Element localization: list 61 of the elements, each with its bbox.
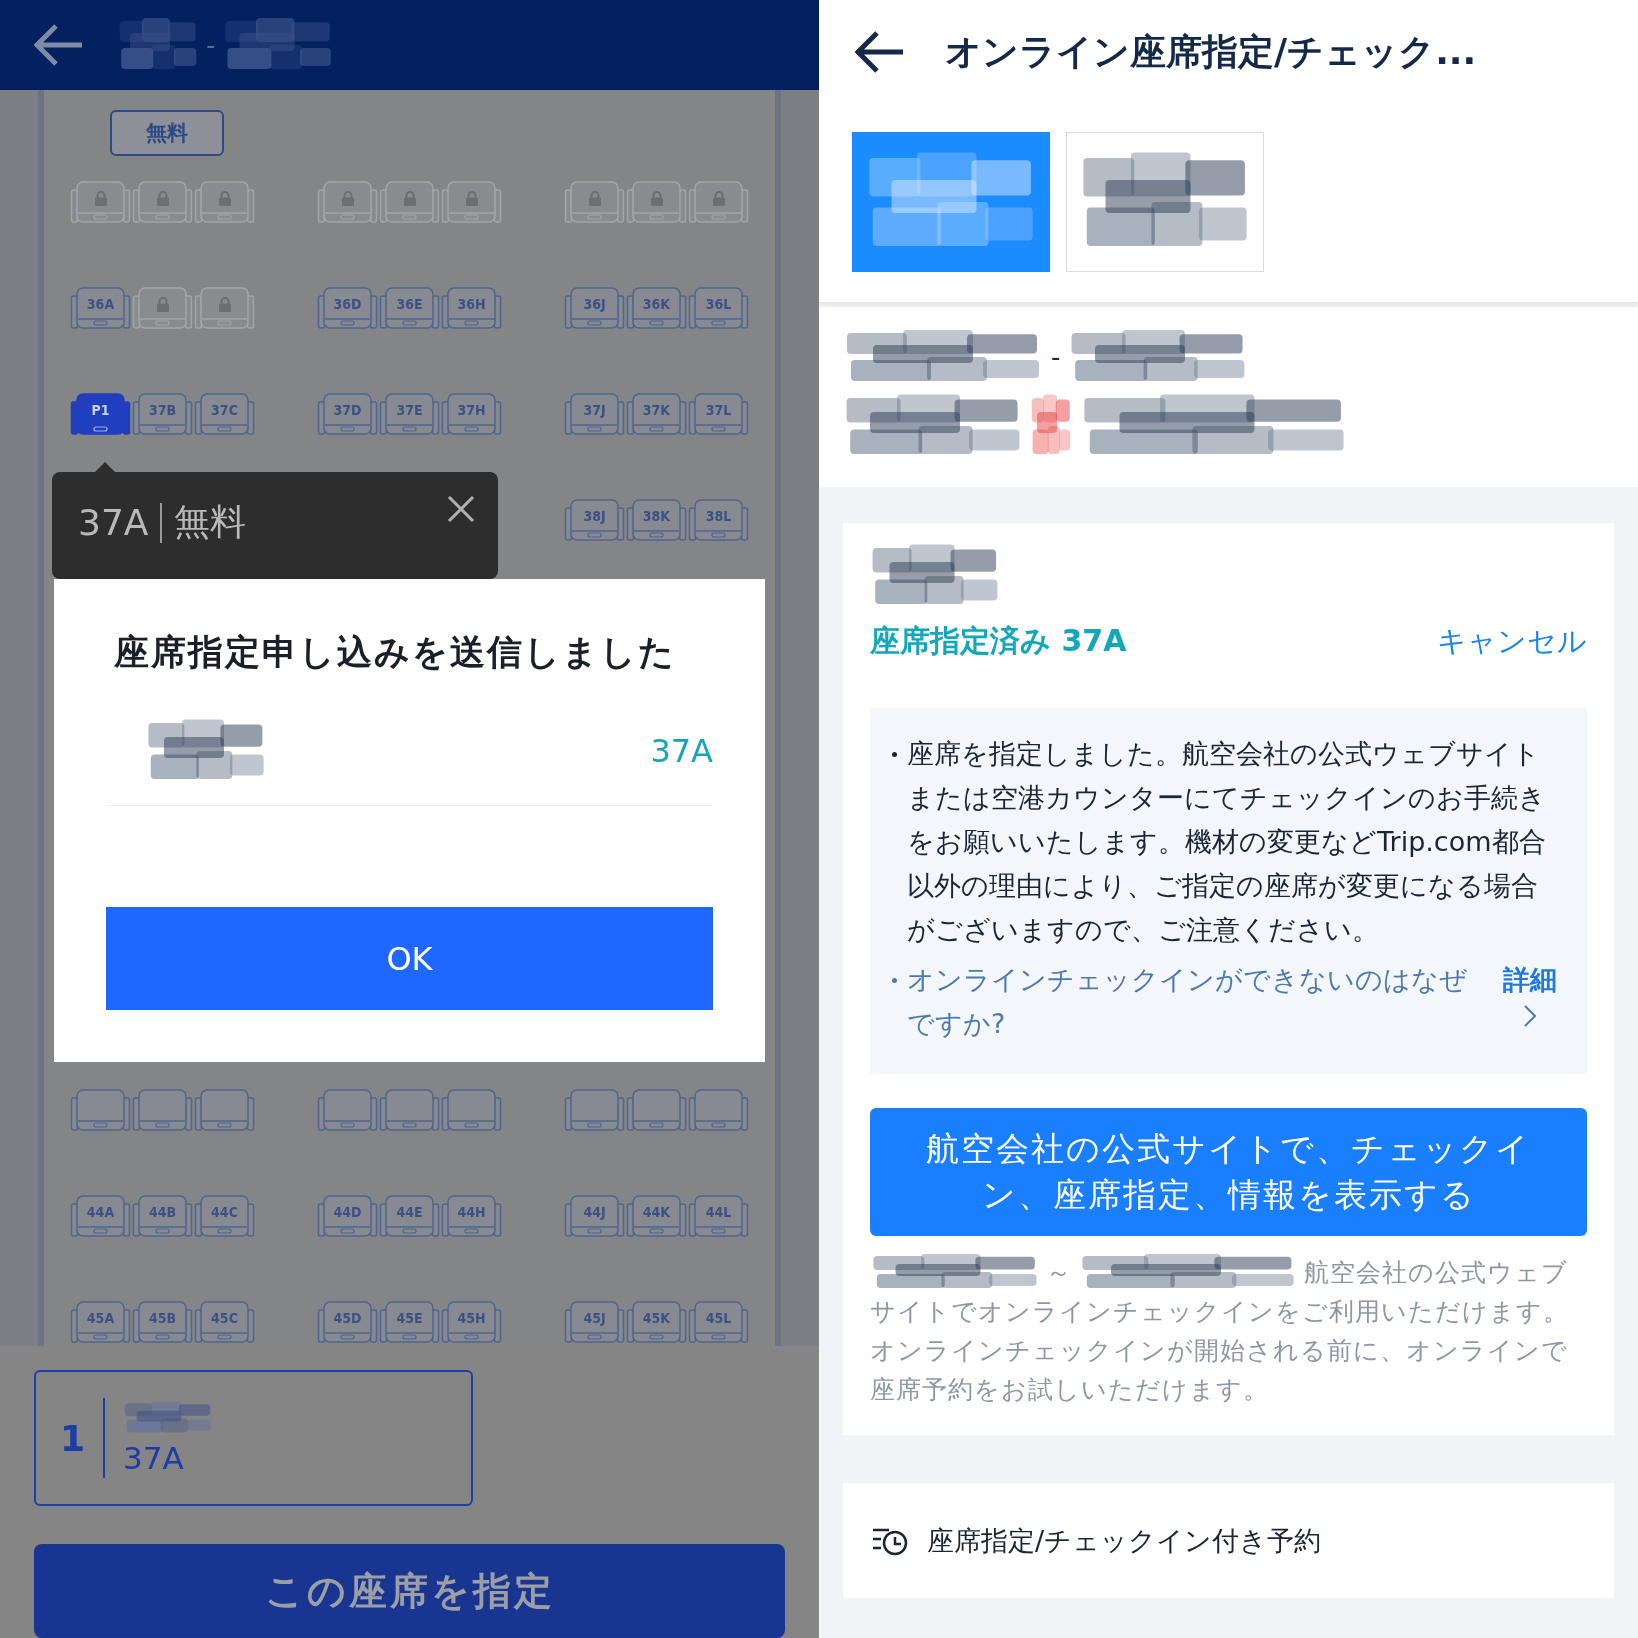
seat-button[interactable] [132,286,193,332]
back-arrow-icon[interactable] [855,30,905,74]
seat-status: 座席指定済み 37A [870,622,1127,660]
dialog-title: 座席指定申し込みを送信しました [113,631,677,674]
seat-button[interactable] [441,180,502,226]
tab[interactable] [1066,132,1264,272]
route-separator: - [1051,342,1061,372]
page-title: オンライン座席指定/チェック... [945,29,1477,74]
seat-button[interactable] [564,180,625,226]
seat-button[interactable] [564,1088,625,1134]
tooltip-fare: 無料 [174,500,247,544]
passenger-card[interactable]: 1 37A [34,1370,473,1506]
cancel-link[interactable]: キャンセル [1437,621,1587,662]
ok-button[interactable]: OK [106,907,713,1010]
seat-button[interactable] [70,1088,131,1134]
details-link[interactable]: 詳細 [1503,958,1557,1028]
note-separator: ～ [1046,1256,1072,1289]
lock-icon [402,190,417,206]
confirm-seat-button[interactable]: この座席を指定 [34,1544,785,1638]
lock-icon [711,190,726,206]
seat-button[interactable] [132,180,193,226]
route-separator: - [206,30,216,60]
lock-icon [93,190,108,206]
seat-button[interactable] [441,1088,502,1134]
seat-button[interactable] [379,180,440,226]
close-icon[interactable] [446,494,476,524]
seat-button[interactable] [626,180,687,226]
seat-button[interactable] [317,180,378,226]
lock-icon [464,190,479,206]
seat-button[interactable] [194,180,255,226]
notice-text: 座席を指定しました。航空会社の公式ウェブサイトまたは空港カウンターにてチェックインのお手続きをお願いいたします。機材の変更などTrip.com都合以外の理由により、ご指定の座席が変更になる場合がございますので、ご注意ください。 [907,737,1547,947]
note-lead: 航空会社の公式ウェブ [1304,1256,1568,1289]
passenger-seat: 37A [123,1440,214,1476]
seat-button[interactable] [194,286,255,332]
lock-icon [217,190,232,206]
seat-button[interactable] [688,1088,749,1134]
seat-button[interactable] [132,1088,193,1134]
bullet-icon [892,752,897,757]
tab[interactable] [852,132,1050,272]
note-text: サイトでオンラインチェックインをご利用いただけます。オンラインチェックインが開始される前に、オンラインで座席予約をお試しいただけます。 [870,1296,1570,1406]
chevron-right-icon [1523,1004,1537,1028]
lock-icon [155,190,170,206]
lock-icon [649,190,664,206]
lock-icon [155,296,170,312]
booking-option[interactable]: 座席指定/チェックイン付き予約 [843,1483,1614,1598]
dialog-seat: 37A [650,731,713,770]
airline-site-button[interactable]: 航空会社の公式サイトで、チェックイン、座席指定、情報を表示する [870,1108,1587,1236]
seat-button[interactable] [379,1088,440,1134]
fare-badge: 無料 [110,110,224,156]
tooltip-seat: 37A [78,502,149,543]
passenger-number: 1 [60,1417,86,1459]
bullet-icon [892,978,897,983]
lock-icon [340,190,355,206]
lock-icon [587,190,602,206]
faq-link[interactable]: オンラインチェックインができないのはなぜですか? [907,958,1493,1046]
seat-button[interactable] [626,1088,687,1134]
seat-button[interactable] [70,180,131,226]
seat-button[interactable] [317,1088,378,1134]
seat-button[interactable] [194,1088,255,1134]
seat-button[interactable] [688,180,749,226]
lock-icon [217,296,232,312]
